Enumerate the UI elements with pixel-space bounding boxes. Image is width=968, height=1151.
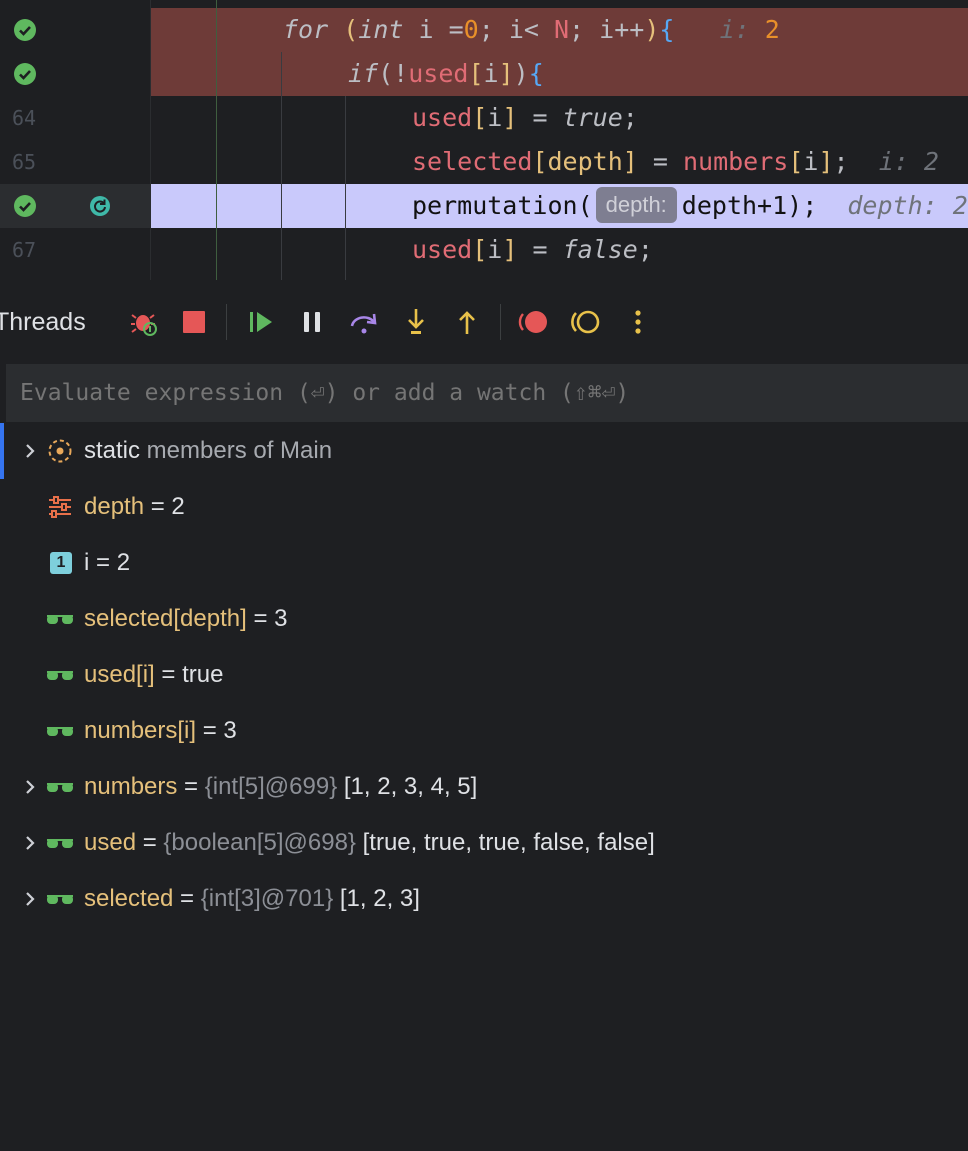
evaluate-expression-input[interactable] bbox=[20, 364, 950, 422]
step-out-icon[interactable] bbox=[451, 306, 483, 338]
resume-icon[interactable] bbox=[245, 306, 277, 338]
code-text: selected[depth] = numbers[i]; i: 2 bbox=[412, 147, 939, 176]
code-text: if(!used[i]){ bbox=[348, 59, 544, 88]
tree-row-i[interactable]: 1 i = 2 bbox=[6, 535, 968, 591]
breakpoint-verified-icon[interactable] bbox=[14, 19, 36, 41]
tree-row-label: numbers = {int[5]@699} [1, 2, 3, 4, 5] bbox=[84, 773, 478, 800]
tree-row-label: selected = {int[3]@701} [1, 2, 3] bbox=[84, 885, 420, 912]
tree-row-watch-selected[interactable]: selected = {int[3]@701} [1, 2, 3] bbox=[6, 871, 968, 927]
step-over-icon[interactable] bbox=[348, 306, 380, 338]
tree-row-watch-numbers-i[interactable]: numbers[i] = 3 bbox=[6, 703, 968, 759]
watch-glasses-icon bbox=[47, 895, 73, 904]
line-number: 65 bbox=[12, 150, 37, 174]
tree-row-watch-used[interactable]: used = {boolean[5]@698} [true, true, tru… bbox=[6, 815, 968, 871]
code-text: used[i] = true; bbox=[412, 103, 638, 132]
watch-glasses-icon bbox=[47, 671, 73, 680]
watch-glasses-icon bbox=[47, 615, 73, 624]
stop-icon[interactable] bbox=[178, 306, 210, 338]
code-line-65[interactable]: 65 selected[depth] = numbers[i]; i: 2 bbox=[0, 140, 968, 184]
tree-row-depth[interactable]: depth = 2 bbox=[6, 479, 968, 535]
watch-glasses-icon bbox=[47, 727, 73, 736]
code-line-67[interactable]: 67 used[i] = false; bbox=[0, 228, 968, 272]
inline-value-hint: i: bbox=[719, 15, 750, 44]
tree-row-watch-numbers[interactable]: numbers = {int[5]@699} [1, 2, 3, 4, 5] bbox=[6, 759, 968, 815]
local-variable-icon: 1 bbox=[50, 552, 72, 574]
parameter-hint: depth: bbox=[595, 187, 677, 223]
tree-row-static-members[interactable]: static members of Main bbox=[0, 423, 968, 479]
inline-value-hint: depth: 2 bbox=[847, 191, 968, 220]
static-members-icon bbox=[48, 439, 72, 463]
gutter-separator bbox=[150, 0, 151, 280]
code-text: permutation(depth: depth+1); depth: 2 bbox=[412, 184, 968, 228]
tree-row-label: used[i] = true bbox=[84, 661, 224, 688]
watch-glasses-icon bbox=[47, 783, 73, 792]
code-line-current[interactable]: permutation(depth: depth+1); depth: 2 bbox=[0, 184, 968, 228]
threads-tab[interactable]: Threads bbox=[0, 280, 86, 364]
breakpoint-verified-icon[interactable] bbox=[14, 195, 36, 217]
chevron-right-icon[interactable] bbox=[20, 889, 40, 909]
tree-row-label: used = {boolean[5]@698} [true, true, tru… bbox=[84, 829, 655, 856]
chevron-right-icon[interactable] bbox=[20, 441, 40, 461]
mute-breakpoints-icon[interactable] bbox=[570, 306, 602, 338]
evaluate-expression-bar bbox=[6, 364, 968, 423]
code-text: for (int i =0; i< N; i++){ i: 2 bbox=[283, 15, 780, 44]
inline-value-hint: i: 2 bbox=[878, 147, 939, 176]
breakpoint-verified-icon[interactable] bbox=[14, 63, 36, 85]
tree-row-label: numbers[i] = 3 bbox=[84, 717, 237, 744]
chevron-right-icon[interactable] bbox=[20, 833, 40, 853]
tree-row-label: depth = 2 bbox=[84, 493, 185, 520]
tree-row-watch-used-i[interactable]: used[i] = true bbox=[6, 647, 968, 703]
view-breakpoints-icon[interactable] bbox=[518, 306, 550, 338]
parameter-icon bbox=[49, 496, 71, 518]
tree-row-label: i = 2 bbox=[84, 549, 131, 576]
line-number: 64 bbox=[12, 106, 37, 130]
code-line-64[interactable]: 64 used[i] = true; bbox=[0, 96, 968, 140]
code-text: used[i] = false; bbox=[412, 235, 653, 264]
toolbar-separator bbox=[226, 304, 227, 340]
more-options-icon[interactable] bbox=[622, 306, 654, 338]
code-line-if[interactable]: if(!used[i]){ bbox=[0, 52, 968, 96]
tree-row-label: static members of Main bbox=[84, 437, 333, 464]
line-number: 67 bbox=[12, 238, 37, 262]
indent-guide bbox=[281, 52, 282, 280]
selection-indicator bbox=[0, 423, 4, 479]
indent-guide bbox=[345, 96, 346, 280]
toolbar-separator bbox=[500, 304, 501, 340]
code-editor[interactable]: for (int i =0; i< N; i++){ i: 2 if(!used… bbox=[0, 0, 968, 280]
tree-row-watch-selected-depth[interactable]: selected[depth] = 3 bbox=[6, 591, 968, 647]
bug-icon[interactable] bbox=[128, 306, 160, 338]
reset-frame-icon[interactable] bbox=[89, 195, 111, 217]
indent-guide bbox=[216, 0, 217, 280]
chevron-right-icon[interactable] bbox=[20, 777, 40, 797]
tree-row-label: selected[depth] = 3 bbox=[84, 605, 288, 632]
pause-icon[interactable] bbox=[296, 306, 328, 338]
code-line-for[interactable]: for (int i =0; i< N; i++){ i: 2 bbox=[0, 8, 968, 52]
debug-toolbar: Threads bbox=[0, 280, 968, 364]
step-into-icon[interactable] bbox=[400, 306, 432, 338]
watch-glasses-icon bbox=[47, 839, 73, 848]
variables-tree: static members of Main depth = 2 1 i = 2… bbox=[0, 422, 968, 946]
